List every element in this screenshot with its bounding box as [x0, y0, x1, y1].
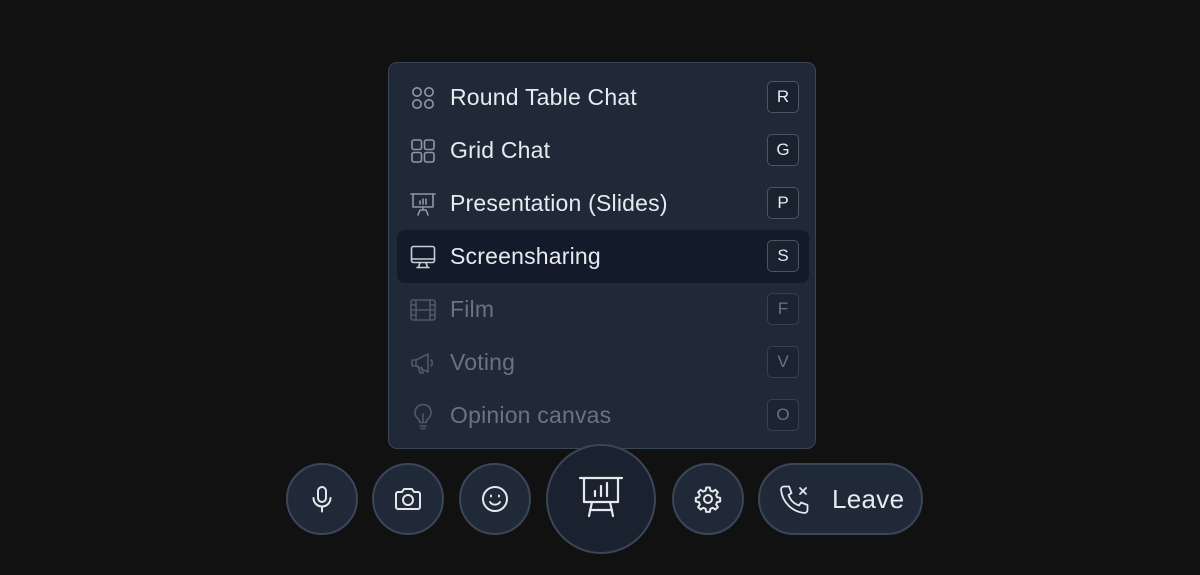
smiley-icon	[482, 486, 508, 512]
shortcut-key: V	[767, 346, 799, 378]
menu-item-label: Presentation (Slides)	[450, 190, 668, 216]
meeting-stage: Round Table Chat R Grid Chat G Presentat…	[0, 0, 1200, 575]
menu-item-label: Voting	[450, 349, 516, 375]
shortcut-key: G	[767, 134, 799, 166]
leave-label: Leave	[832, 484, 905, 514]
presentation-icon	[409, 190, 437, 218]
gear-icon	[694, 486, 722, 513]
microphone-icon	[312, 486, 332, 513]
grid-icon	[409, 137, 437, 165]
leave-button[interactable]: Leave	[758, 463, 923, 535]
film-icon	[409, 296, 437, 324]
menu-item-opinion-canvas[interactable]: Opinion canvas O	[397, 389, 809, 442]
round-table-icon	[409, 84, 437, 112]
mode-menu: Round Table Chat R Grid Chat G Presentat…	[388, 62, 816, 449]
menu-item-film[interactable]: Film F	[397, 283, 809, 336]
menu-item-label: Grid Chat	[450, 137, 551, 163]
menu-item-round-table-chat[interactable]: Round Table Chat R	[397, 71, 809, 124]
menu-item-label: Round Table Chat	[450, 84, 637, 110]
menu-item-label: Screensharing	[450, 243, 601, 269]
menu-item-grid-chat[interactable]: Grid Chat G	[397, 124, 809, 177]
shortcut-key: S	[767, 240, 799, 272]
camera-icon	[395, 488, 421, 510]
menu-item-label: Opinion canvas	[450, 402, 612, 428]
megaphone-icon	[409, 349, 437, 377]
menu-item-label: Film	[450, 296, 495, 322]
shortcut-key: O	[767, 399, 799, 431]
phone-x-icon	[780, 485, 809, 514]
menu-item-presentation[interactable]: Presentation (Slides) P	[397, 177, 809, 230]
menu-item-screensharing[interactable]: Screensharing S	[397, 230, 809, 283]
settings-button[interactable]	[672, 463, 744, 535]
menu-item-voting[interactable]: Voting V	[397, 336, 809, 389]
reactions-button[interactable]	[459, 463, 531, 535]
mode-select-button[interactable]	[546, 444, 656, 554]
camera-button[interactable]	[372, 463, 444, 535]
microphone-button[interactable]	[286, 463, 358, 535]
shortcut-key: F	[767, 293, 799, 325]
monitor-icon	[409, 243, 437, 271]
shortcut-key: P	[767, 187, 799, 219]
presentation-icon	[578, 476, 624, 518]
shortcut-key: R	[767, 81, 799, 113]
lightbulb-icon	[409, 402, 437, 430]
